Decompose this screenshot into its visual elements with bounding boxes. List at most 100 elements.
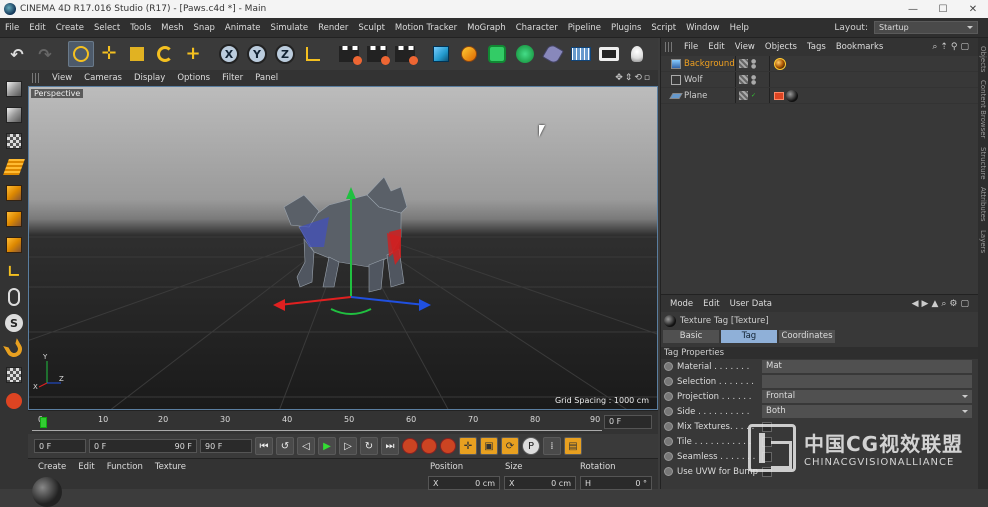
play-button[interactable]: ▶ — [318, 437, 336, 455]
viewport-menu-display[interactable]: Display — [128, 73, 171, 83]
animate-dot-icon[interactable] — [664, 437, 673, 446]
side-tab-layers[interactable]: Layers — [979, 230, 987, 253]
undo-button[interactable]: ↶ — [4, 41, 30, 67]
animate-dot-icon[interactable] — [664, 362, 673, 371]
lock-workplane-button[interactable] — [3, 364, 25, 386]
menu-select[interactable]: Select — [89, 23, 125, 33]
z-axis-lock-button[interactable]: Z — [272, 41, 298, 67]
previous-frame-button[interactable]: ◁ — [297, 437, 315, 455]
animate-dot-icon[interactable] — [664, 422, 673, 431]
polygons-mode-button[interactable] — [3, 234, 25, 256]
render-view-button[interactable] — [336, 41, 362, 67]
solo-button[interactable] — [3, 390, 25, 412]
edges-mode-button[interactable] — [3, 208, 25, 230]
render-settings-button[interactable] — [392, 41, 418, 67]
key-position-button[interactable]: ✛ — [459, 437, 477, 455]
material-menu-function[interactable]: Function — [101, 462, 149, 472]
key-point-level-button[interactable]: ⁞ — [543, 437, 561, 455]
menu-motion-tracker[interactable]: Motion Tracker — [390, 23, 462, 33]
scale-tool-button[interactable] — [124, 41, 150, 67]
close-button[interactable]: ✕ — [958, 4, 988, 15]
viewport-menu-panel[interactable]: Panel — [249, 73, 284, 83]
side-dropdown[interactable]: Both — [762, 405, 972, 418]
live-selection-button[interactable] — [68, 41, 94, 67]
objmgr-menu-file[interactable]: File — [679, 42, 703, 52]
editor-render-dots-icon[interactable]: ● ● — [751, 58, 756, 69]
objmgr-menu-tags[interactable]: Tags — [802, 42, 831, 52]
rotate-tool-button[interactable] — [152, 41, 178, 67]
record-button[interactable] — [402, 438, 418, 454]
animate-dot-icon[interactable] — [664, 392, 673, 401]
make-editable-button[interactable] — [3, 78, 25, 100]
menu-file[interactable]: File — [0, 23, 24, 33]
menu-render[interactable]: Render — [313, 23, 353, 33]
animate-dot-icon[interactable] — [664, 407, 673, 416]
pen-spline-button[interactable] — [456, 41, 482, 67]
texture-mode-button[interactable] — [3, 130, 25, 152]
viewport-menu-filter[interactable]: Filter — [216, 73, 249, 83]
menu-animate[interactable]: Animate — [220, 23, 266, 33]
coordinate-system-button[interactable] — [300, 41, 326, 67]
model-mode-button[interactable] — [3, 104, 25, 126]
visibility-flag-icon[interactable] — [739, 75, 748, 84]
editor-render-dots-icon[interactable]: ✓ — [751, 93, 756, 99]
current-frame-field[interactable]: 0 F — [604, 415, 652, 429]
points-mode-button[interactable] — [3, 182, 25, 204]
timeline-ruler[interactable]: 0 10 20 30 40 50 60 70 80 90 — [32, 415, 602, 431]
material-menu-texture[interactable]: Texture — [149, 462, 192, 472]
cube-object-button[interactable] — [428, 41, 454, 67]
menu-edit[interactable]: Edit — [24, 23, 50, 33]
animate-dot-icon[interactable] — [664, 452, 673, 461]
objmgr-menu-view[interactable]: View — [730, 42, 760, 52]
objmgr-menu-bookmarks[interactable]: Bookmarks — [831, 42, 889, 52]
selection-field[interactable] — [762, 375, 972, 388]
go-to-start-button[interactable]: ⏮ — [255, 437, 273, 455]
timeline-window-button[interactable]: ▤ — [564, 437, 582, 455]
side-tab-attributes[interactable]: Attributes — [979, 187, 987, 222]
compositing-tag-icon[interactable] — [774, 91, 784, 100]
workplane-mode-button[interactable] — [3, 156, 25, 178]
previous-key-button[interactable]: ↺ — [276, 437, 294, 455]
go-to-end-button[interactable]: ⏭ — [381, 437, 399, 455]
menu-mograph[interactable]: MoGraph — [462, 23, 511, 33]
tweak-mode-button[interactable] — [3, 286, 25, 308]
object-row-wolf[interactable]: Wolf ● ● — [661, 72, 978, 88]
menu-pipeline[interactable]: Pipeline — [563, 23, 606, 33]
material-field[interactable]: Mat — [762, 360, 972, 373]
menu-character[interactable]: Character — [511, 23, 563, 33]
range-slider[interactable]: 0 F 90 F — [89, 439, 197, 453]
object-row-plane[interactable]: Plane ✓ — [661, 88, 978, 104]
visibility-flag-icon[interactable] — [739, 91, 748, 100]
animate-dot-icon[interactable] — [664, 377, 673, 386]
subdivision-surface-button[interactable] — [484, 41, 510, 67]
maximize-button[interactable]: ☐ — [928, 4, 958, 15]
menu-create[interactable]: Create — [51, 23, 89, 33]
tab-basic[interactable]: Basic — [663, 330, 719, 343]
side-tab-objects[interactable]: Objects — [979, 46, 987, 72]
attrmgr-nav-icons[interactable]: ◀▶▲⌕⚙▢ — [912, 299, 978, 309]
side-tab-structure[interactable]: Structure — [979, 147, 987, 180]
menu-help[interactable]: Help — [725, 23, 754, 33]
magnet-button[interactable] — [3, 338, 25, 360]
keyframe-selection-button[interactable] — [440, 438, 456, 454]
menu-script[interactable]: Script — [646, 23, 681, 33]
minimize-button[interactable]: — — [898, 4, 928, 15]
render-picture-viewer-button[interactable] — [364, 41, 390, 67]
material-menu-create[interactable]: Create — [32, 462, 72, 472]
animate-dot-icon[interactable] — [664, 467, 673, 476]
position-x-field[interactable]: X 0 cm — [428, 476, 500, 490]
tab-coordinates[interactable]: Coordinates — [779, 330, 835, 343]
key-parameter-button[interactable]: P — [522, 437, 540, 455]
autokey-button[interactable] — [421, 438, 437, 454]
tab-tag[interactable]: Tag — [721, 330, 777, 343]
viewport-menu-view[interactable]: View — [46, 73, 78, 83]
menu-sculpt[interactable]: Sculpt — [353, 23, 390, 33]
y-axis-lock-button[interactable]: Y — [244, 41, 270, 67]
timeline[interactable]: 0 10 20 30 40 50 60 70 80 90 0 F — [28, 410, 658, 434]
key-scale-button[interactable]: ▣ — [480, 437, 498, 455]
x-axis-lock-button[interactable]: X — [216, 41, 242, 67]
floor-object-button[interactable] — [568, 41, 594, 67]
viewport-menu-cameras[interactable]: Cameras — [78, 73, 128, 83]
menu-tools[interactable]: Tools — [125, 23, 156, 33]
objmgr-search-icons[interactable]: ⌕⇡⚲▢ — [932, 42, 978, 52]
